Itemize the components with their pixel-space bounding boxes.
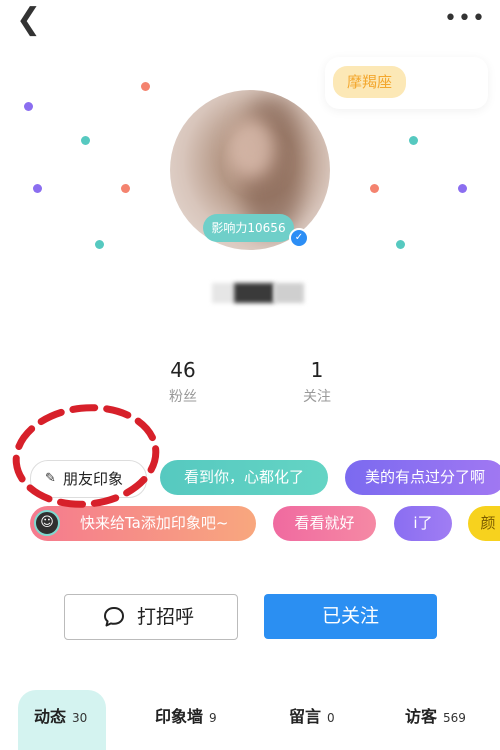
greet-label: 打招呼	[137, 606, 195, 628]
avatar-face	[228, 118, 274, 178]
verified-icon: ✓	[289, 228, 309, 248]
influence-badge: 影响力10656	[203, 214, 294, 242]
tab-label: 留言	[289, 707, 322, 726]
mascot-icon: ☺	[34, 510, 60, 536]
zodiac-card: 摩羯座	[325, 57, 488, 109]
add-impression-prompt[interactable]: ☺ 快来给Ta添加印象吧~	[30, 506, 256, 541]
dot	[33, 184, 42, 193]
followers-count[interactable]: 46	[153, 358, 213, 382]
back-arrow-icon[interactable]: ❮	[16, 5, 44, 35]
impression-tag[interactable]: 颜	[468, 506, 500, 541]
tab-label: 访客	[405, 707, 438, 726]
dot	[396, 240, 405, 249]
tab-label: 动态	[34, 707, 67, 726]
tab-impression-wall[interactable]: 印象墙 9	[155, 700, 217, 736]
followed-button[interactable]: 已关注	[264, 594, 437, 639]
impression-tag[interactable]: i了	[394, 506, 452, 541]
dot	[409, 136, 418, 145]
following-count[interactable]: 1	[287, 358, 347, 382]
username-blurred	[212, 283, 304, 303]
more-dots-icon[interactable]: •••	[444, 8, 485, 30]
tab-count: 0	[327, 711, 335, 725]
dot	[81, 136, 90, 145]
tab-messages[interactable]: 留言 0	[289, 700, 335, 736]
impression-tag[interactable]: 看看就好	[273, 506, 376, 541]
tab-label: 印象墙	[155, 707, 204, 726]
dot	[121, 184, 130, 193]
dot	[95, 240, 104, 249]
add-impression-text: 快来给Ta添加印象吧~	[80, 514, 229, 532]
zodiac-badge: 摩羯座	[333, 66, 406, 98]
annotation-circle	[12, 404, 160, 508]
greet-button[interactable]: 打招呼	[64, 594, 238, 640]
impression-tag[interactable]: 看到你，心都化了	[160, 460, 328, 495]
tab-count: 569	[443, 711, 466, 725]
dot	[141, 82, 150, 91]
dot	[458, 184, 467, 193]
dot	[370, 184, 379, 193]
tab-visitors[interactable]: 访客 569	[405, 700, 466, 736]
tab-dynamics[interactable]: 动态 30	[34, 700, 87, 736]
impression-tag[interactable]: 美的有点过分了啊	[345, 460, 500, 495]
dot	[24, 102, 33, 111]
tab-count: 30	[72, 711, 88, 725]
tab-count: 9	[209, 711, 217, 725]
chat-bubble-icon	[104, 607, 124, 627]
following-label: 关注	[303, 389, 331, 405]
followers-label: 粉丝	[169, 389, 197, 405]
